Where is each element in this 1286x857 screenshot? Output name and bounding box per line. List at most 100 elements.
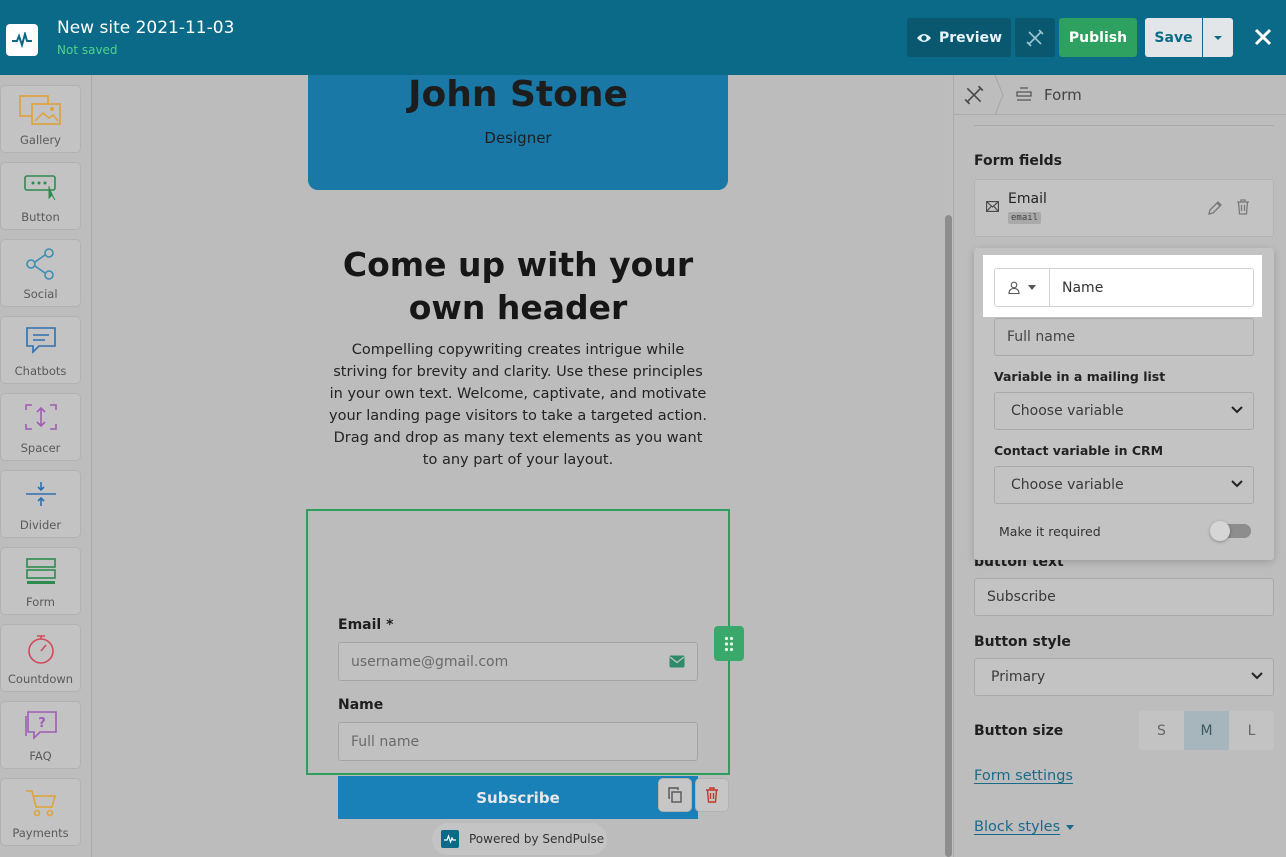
tool-label: Form (26, 595, 55, 609)
top-bar: New site 2021-11-03 Not saved Preview Pu… (0, 0, 1286, 75)
crm-variable-label: Contact variable in CRM (994, 443, 1164, 458)
form-icon (1016, 87, 1032, 101)
field-name: Email (1008, 191, 1047, 207)
stopwatch-icon (27, 635, 54, 664)
form-block[interactable]: Email * username@gmail.com Name Full nam… (306, 509, 730, 819)
panel-divider (974, 125, 1274, 126)
save-button[interactable]: Save (1145, 18, 1202, 57)
tool-gallery[interactable]: Gallery (1, 86, 80, 152)
envelope-icon (669, 655, 685, 668)
sendpulse-logo-icon[interactable] (6, 24, 38, 56)
name-label: Name (338, 697, 384, 713)
chevron-down-icon (1251, 672, 1263, 680)
tool-label: Countdown (7, 672, 74, 686)
envelope-icon (986, 201, 999, 212)
size-s-button[interactable]: S (1139, 711, 1184, 750)
name-placeholder: Full name (351, 734, 420, 750)
field-name-input[interactable]: Name (1062, 280, 1103, 296)
delete-block-button[interactable] (696, 779, 728, 811)
user-icon (1008, 281, 1020, 294)
button-text-input[interactable]: Subscribe (974, 578, 1274, 616)
size-m-button[interactable]: M (1184, 711, 1229, 750)
caret-down-icon (1028, 285, 1036, 290)
page-body-text[interactable]: Compelling copywriting creates intrigue … (328, 339, 708, 471)
caret-down-icon (1214, 35, 1222, 40)
tool-label: Button (21, 210, 60, 224)
hero-role: Designer (484, 129, 552, 147)
button-icon (23, 175, 56, 201)
tool-label: Gallery (20, 133, 61, 147)
preview-label: Preview (938, 29, 1002, 46)
eye-icon (916, 33, 931, 42)
tool-label: Social (23, 287, 58, 301)
drag-handle[interactable] (714, 626, 744, 661)
size-l-button[interactable]: L (1229, 711, 1274, 750)
canvas-scrollbar-thumb[interactable] (945, 215, 952, 857)
mailing-variable-select[interactable]: Choose variable (994, 392, 1254, 430)
required-toggle[interactable] (1210, 521, 1251, 541)
drag-dots-icon (724, 636, 734, 651)
powered-by-badge[interactable]: Powered by SendPulse (432, 823, 607, 855)
tool-spacer[interactable]: Spacer (1, 394, 80, 460)
divider-icon (25, 482, 56, 506)
tool-chatbots[interactable]: Chatbots (1, 317, 80, 383)
svg-text:?: ? (38, 716, 46, 731)
chevron-down-icon (1231, 406, 1243, 414)
tool-faq[interactable]: ? FAQ (1, 702, 80, 768)
form-fields-heading: Form fields (974, 153, 1063, 169)
duplicate-block-button[interactable] (659, 779, 691, 811)
tool-label: Spacer (20, 441, 61, 455)
form-settings-link[interactable]: Form settings (974, 768, 1073, 784)
tool-label: FAQ (29, 749, 52, 763)
form-field-card[interactable]: Email email (974, 179, 1274, 237)
design-tools-button[interactable] (1015, 18, 1055, 57)
form-icon (25, 558, 56, 584)
pencil-icon[interactable] (1207, 200, 1223, 216)
tool-social[interactable]: Social (1, 240, 80, 306)
crm-variable-select[interactable]: Choose variable (994, 466, 1254, 504)
powered-by-text: Powered by SendPulse (469, 832, 605, 846)
subscribe-button[interactable]: Subscribe (338, 776, 698, 819)
tool-divider[interactable]: Divider (1, 471, 80, 537)
save-options-button[interactable] (1203, 18, 1233, 57)
save-status: Not saved (57, 43, 118, 57)
breadcrumb: Form (954, 75, 1286, 115)
tool-countdown[interactable]: Countdown (1, 625, 80, 691)
mailing-variable-value: Choose variable (1011, 403, 1124, 419)
tool-label: Chatbots (14, 364, 67, 378)
breadcrumb-chevron-icon (994, 75, 1004, 115)
tool-form[interactable]: Form (1, 548, 80, 614)
field-type-dropdown[interactable] (995, 269, 1050, 306)
email-label: Email * (338, 617, 394, 633)
field-key: email (1008, 212, 1042, 224)
button-style-label: Button style (974, 634, 1071, 650)
page-canvas: John Stone Designer Come up with your ow… (92, 75, 944, 857)
copy-icon (668, 787, 682, 803)
tool-button[interactable]: Button (1, 163, 80, 229)
blocks-sidebar: Gallery Button Social Chatbots Spacer Di… (0, 75, 92, 857)
preview-button[interactable]: Preview (907, 18, 1011, 57)
button-style-value: Primary (991, 669, 1046, 685)
email-field[interactable]: username@gmail.com (338, 642, 698, 681)
close-button[interactable] (1249, 22, 1277, 52)
button-style-select[interactable]: Primary (974, 658, 1274, 696)
trash-icon[interactable] (1236, 199, 1250, 215)
design-tools-icon[interactable] (964, 85, 984, 105)
page-headline[interactable]: Come up with your own header (318, 243, 718, 329)
name-field[interactable]: Full name (338, 722, 698, 761)
chat-bubble-icon (25, 327, 56, 354)
crm-variable-value: Choose variable (1011, 477, 1124, 493)
block-styles-link[interactable]: Block styles (974, 819, 1075, 835)
tool-payments[interactable]: Payments (1, 779, 80, 845)
tool-label: Divider (19, 518, 62, 532)
tool-label: Payments (12, 826, 69, 840)
hero-block[interactable]: John Stone Designer (308, 75, 728, 190)
toggle-knob (1210, 521, 1230, 541)
share-icon (25, 248, 54, 280)
field-placeholder-input[interactable]: Full name (994, 318, 1254, 356)
publish-button[interactable]: Publish (1059, 18, 1137, 57)
field-name-combo[interactable]: Name (994, 268, 1254, 307)
cart-icon (25, 790, 56, 817)
hero-name: John Stone (408, 75, 628, 115)
site-title[interactable]: New site 2021-11-03 (57, 18, 234, 38)
